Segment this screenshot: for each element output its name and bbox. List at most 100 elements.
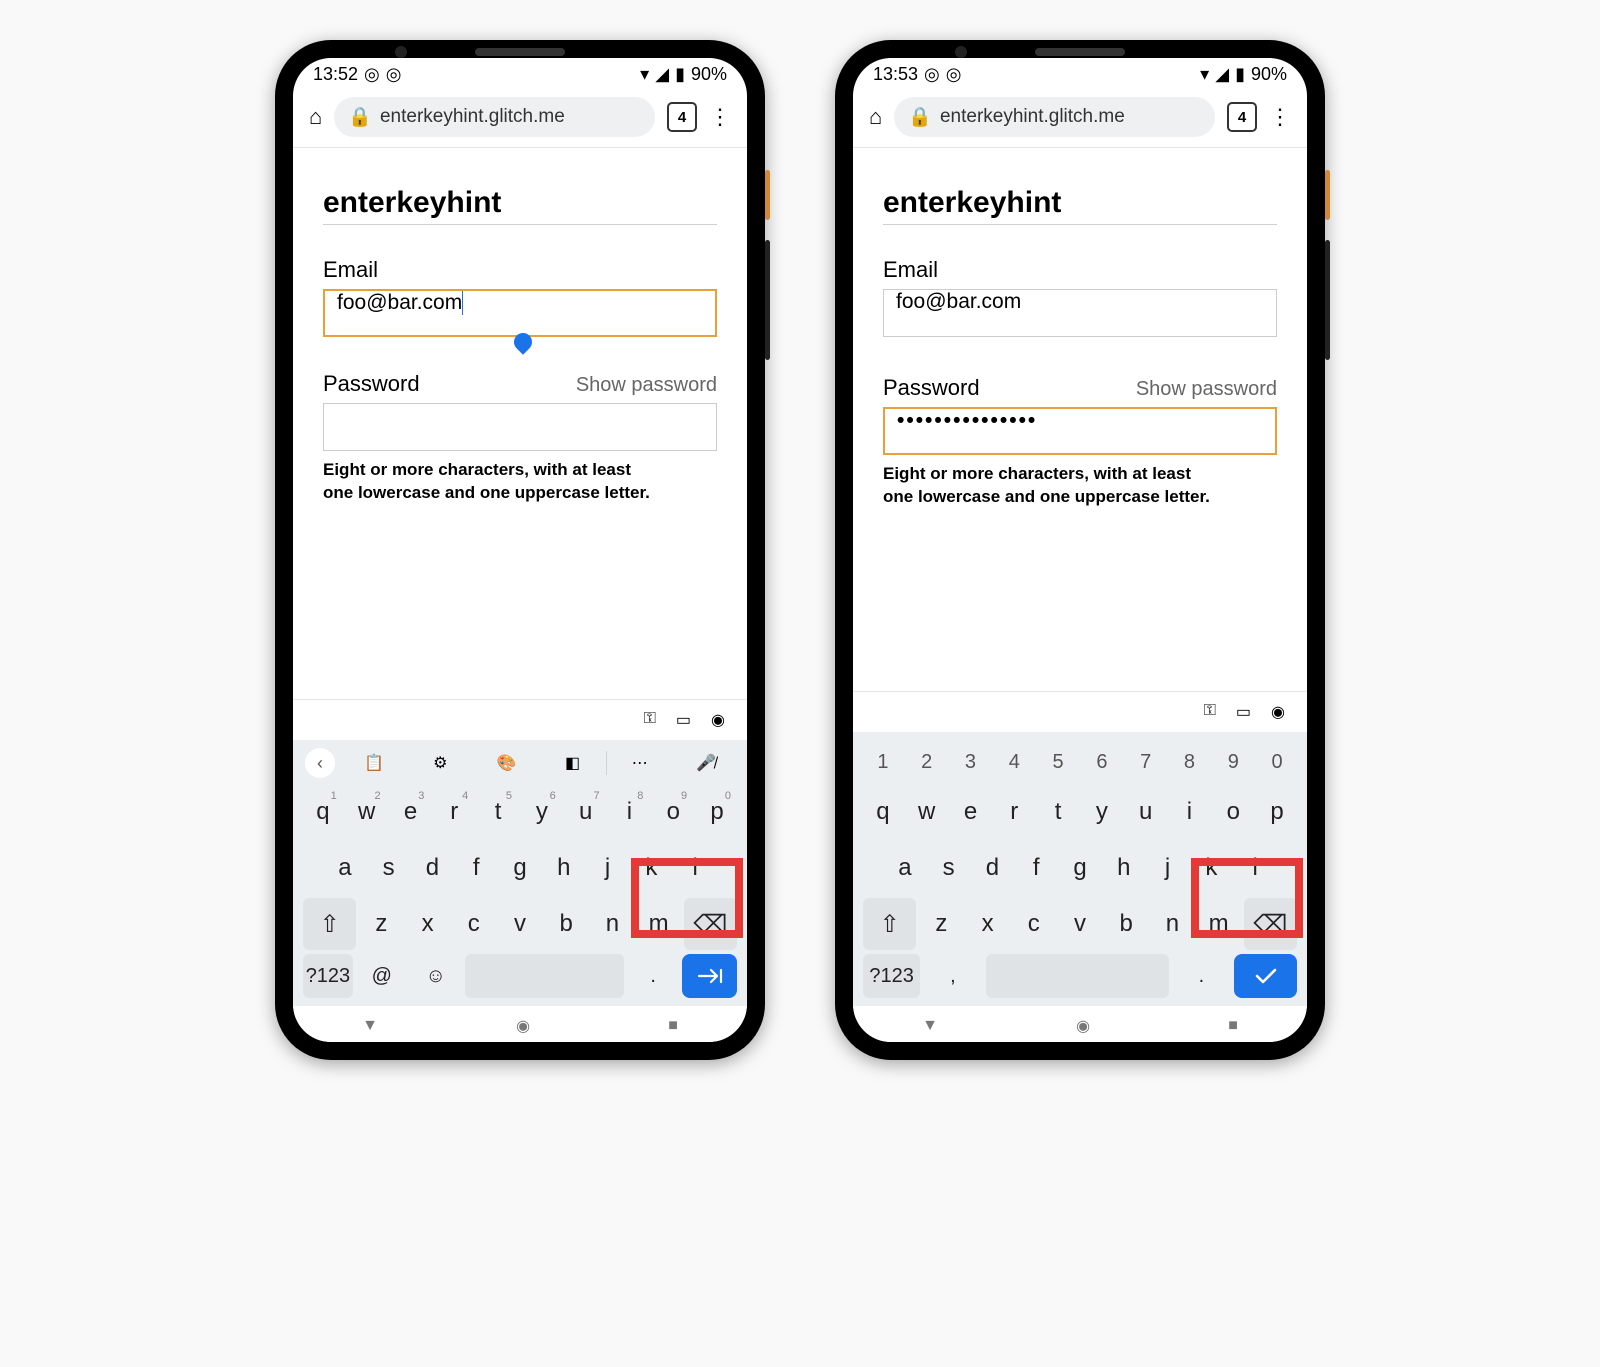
location-icon[interactable]: ◉ — [711, 710, 725, 730]
key-a[interactable]: a — [325, 842, 365, 894]
key-a[interactable]: a — [885, 842, 925, 894]
backspace-key[interactable]: ⌫ — [684, 898, 737, 950]
key-c[interactable]: c — [1013, 898, 1055, 950]
key-m[interactable]: m — [1198, 898, 1240, 950]
key-g[interactable]: g — [500, 842, 540, 894]
key-6[interactable]: 6 — [1082, 742, 1122, 782]
location-icon[interactable]: ◉ — [1271, 702, 1285, 722]
key-u[interactable]: u7 — [566, 786, 606, 838]
key-n[interactable]: n — [591, 898, 633, 950]
at-key[interactable]: @ — [357, 954, 407, 998]
key-h[interactable]: h — [1104, 842, 1144, 894]
space-key[interactable] — [986, 954, 1169, 998]
tab-count[interactable]: 4 — [1227, 102, 1257, 132]
key-d[interactable]: d — [973, 842, 1013, 894]
key-n[interactable]: n — [1151, 898, 1193, 950]
key-z[interactable]: z — [920, 898, 962, 950]
key-o[interactable]: o — [1213, 786, 1253, 838]
comma-key[interactable]: , — [924, 954, 981, 998]
password-key-icon[interactable]: ⚿ — [644, 710, 656, 730]
key-k[interactable]: k — [631, 842, 671, 894]
key-4[interactable]: 4 — [994, 742, 1034, 782]
key-o[interactable]: o9 — [653, 786, 693, 838]
nav-home-icon[interactable]: ◉ — [1076, 1016, 1090, 1036]
key-h[interactable]: h — [544, 842, 584, 894]
period-key[interactable]: . — [1173, 954, 1230, 998]
menu-icon[interactable]: ⋮ — [1269, 104, 1291, 130]
show-password-button[interactable]: Show password — [1136, 378, 1277, 401]
key-d[interactable]: d — [413, 842, 453, 894]
key-7[interactable]: 7 — [1126, 742, 1166, 782]
password-key-icon[interactable]: ⚿ — [1204, 702, 1216, 722]
key-t[interactable]: t5 — [478, 786, 518, 838]
key-3[interactable]: 3 — [951, 742, 991, 782]
space-key[interactable] — [465, 954, 625, 998]
key-0[interactable]: 0 — [1257, 742, 1297, 782]
key-5[interactable]: 5 — [1038, 742, 1078, 782]
key-1[interactable]: 1 — [863, 742, 903, 782]
mic-off-icon[interactable]: 🎤̸ — [673, 753, 739, 773]
key-p[interactable]: p — [1257, 786, 1297, 838]
nav-home-icon[interactable]: ◉ — [516, 1016, 530, 1036]
key-f[interactable]: f — [456, 842, 496, 894]
key-g[interactable]: g — [1060, 842, 1100, 894]
password-field[interactable]: ••••••••••••••• — [883, 407, 1277, 455]
key-k[interactable]: k — [1191, 842, 1231, 894]
home-icon[interactable]: ⌂ — [869, 104, 882, 130]
key-y[interactable]: y — [1082, 786, 1122, 838]
password-field[interactable] — [323, 403, 717, 451]
sticker-icon[interactable]: ◧ — [540, 753, 606, 773]
show-password-button[interactable]: Show password — [576, 374, 717, 397]
key-x[interactable]: x — [966, 898, 1008, 950]
key-r[interactable]: r4 — [434, 786, 474, 838]
key-m[interactable]: m — [638, 898, 680, 950]
backspace-key[interactable]: ⌫ — [1244, 898, 1297, 950]
key-t[interactable]: t — [1038, 786, 1078, 838]
key-i[interactable]: i8 — [610, 786, 650, 838]
palette-icon[interactable]: 🎨 — [473, 753, 539, 773]
key-j[interactable]: j — [588, 842, 628, 894]
key-2[interactable]: 2 — [907, 742, 947, 782]
key-c[interactable]: c — [453, 898, 495, 950]
key-w[interactable]: w — [907, 786, 947, 838]
more-icon[interactable]: ⋯ — [607, 753, 673, 773]
key-b[interactable]: b — [545, 898, 587, 950]
symbols-key[interactable]: ?123 — [303, 954, 353, 998]
key-l[interactable]: l — [1235, 842, 1275, 894]
key-p[interactable]: p0 — [697, 786, 737, 838]
key-8[interactable]: 8 — [1170, 742, 1210, 782]
key-r[interactable]: r — [994, 786, 1034, 838]
shift-key[interactable]: ⇧ — [303, 898, 356, 950]
nav-recent-icon[interactable]: ■ — [1228, 1017, 1238, 1035]
shift-key[interactable]: ⇧ — [863, 898, 916, 950]
menu-icon[interactable]: ⋮ — [709, 104, 731, 130]
emoji-key[interactable]: ☺ — [411, 954, 461, 998]
key-q[interactable]: q1 — [303, 786, 343, 838]
key-q[interactable]: q — [863, 786, 903, 838]
key-u[interactable]: u — [1126, 786, 1166, 838]
email-field[interactable]: foo@bar.com — [323, 289, 717, 337]
address-bar[interactable]: 🔒 enterkeyhint.glitch.me — [334, 97, 655, 137]
key-v[interactable]: v — [499, 898, 541, 950]
key-f[interactable]: f — [1016, 842, 1056, 894]
key-w[interactable]: w2 — [347, 786, 387, 838]
key-b[interactable]: b — [1105, 898, 1147, 950]
key-z[interactable]: z — [360, 898, 402, 950]
enter-done-key[interactable] — [1234, 954, 1297, 998]
key-s[interactable]: s — [369, 842, 409, 894]
key-l[interactable]: l — [675, 842, 715, 894]
key-y[interactable]: y6 — [522, 786, 562, 838]
card-icon[interactable]: ▭ — [676, 710, 691, 730]
key-s[interactable]: s — [929, 842, 969, 894]
key-e[interactable]: e3 — [391, 786, 431, 838]
key-e[interactable]: e — [951, 786, 991, 838]
key-i[interactable]: i — [1170, 786, 1210, 838]
symbols-key[interactable]: ?123 — [863, 954, 920, 998]
key-9[interactable]: 9 — [1213, 742, 1253, 782]
address-bar[interactable]: 🔒 enterkeyhint.glitch.me — [894, 97, 1215, 137]
key-j[interactable]: j — [1148, 842, 1188, 894]
tab-count[interactable]: 4 — [667, 102, 697, 132]
key-x[interactable]: x — [406, 898, 448, 950]
home-icon[interactable]: ⌂ — [309, 104, 322, 130]
email-field[interactable]: foo@bar.com — [883, 289, 1277, 337]
